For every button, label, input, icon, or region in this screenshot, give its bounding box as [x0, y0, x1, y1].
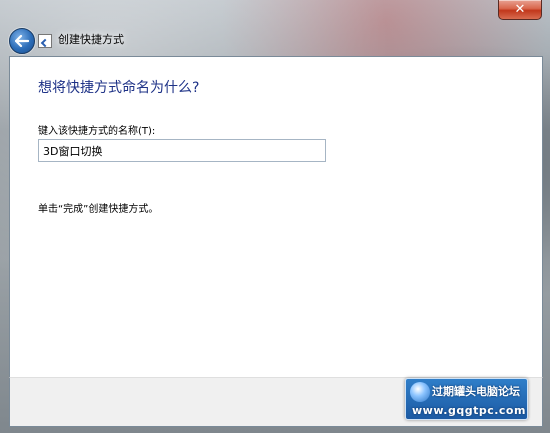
wizard-content: 想将快捷方式命名为什么? 键入该快捷方式的名称(T): 单击“完成”创建快捷方式… [9, 56, 543, 378]
watermark-badge: 过期罐头电脑论坛 www.gqgtpc.com [405, 378, 528, 420]
close-icon: ✕ [514, 2, 526, 17]
shortcut-wizard-icon [38, 34, 52, 48]
watermark-title: 过期罐头电脑论坛 [432, 385, 520, 398]
close-button[interactable]: ✕ [498, 0, 542, 20]
back-arrow-icon [15, 35, 29, 47]
shortcut-name-input[interactable] [38, 139, 326, 162]
window-title: 创建快捷方式 [58, 33, 124, 46]
name-field-label: 键入该快捷方式的名称(T): [38, 126, 156, 137]
watermark-url: www.gqgtpc.com [412, 404, 526, 417]
forum-logo-icon [410, 382, 430, 402]
back-button[interactable] [9, 28, 35, 54]
page-heading: 想将快捷方式命名为什么? [38, 80, 200, 96]
finish-hint: 单击“完成”创建快捷方式。 [38, 204, 159, 215]
